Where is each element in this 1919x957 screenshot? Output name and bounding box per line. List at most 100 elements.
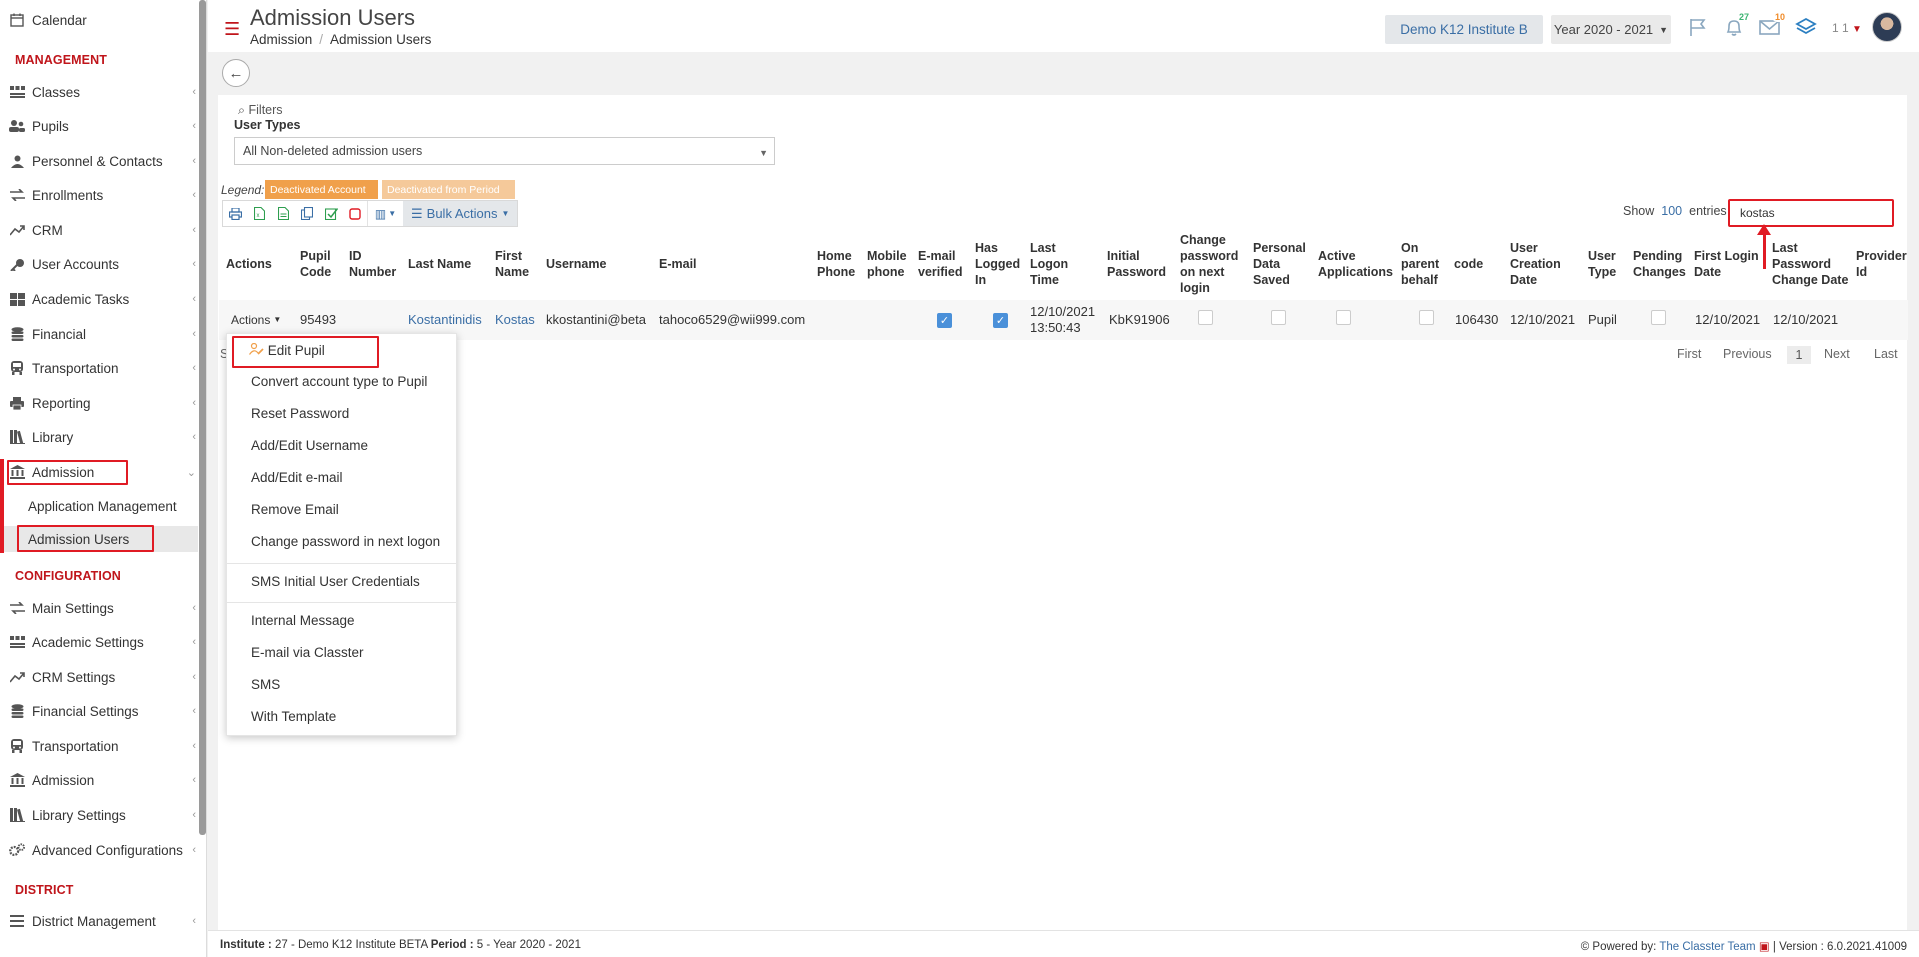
column-header[interactable]: Username: [546, 238, 616, 290]
deselect-icon[interactable]: [343, 201, 367, 226]
cell-first-name-link[interactable]: Kostas: [495, 300, 535, 340]
layers-icon[interactable]: [1794, 16, 1818, 38]
unchecked-checkbox-icon: [1198, 309, 1213, 325]
page-title: Admission Users: [250, 5, 416, 30]
avatar[interactable]: [1872, 12, 1902, 42]
sidebar-item-district-management[interactable]: District Management ‹: [0, 908, 198, 934]
column-header[interactable]: User Type: [1588, 238, 1624, 290]
sidebar-item-crm[interactable]: CRM ‹: [0, 217, 198, 243]
menu-item-change-password-next-logon[interactable]: Change password in next logon: [251, 534, 440, 549]
sidebar-subitem-admission-users[interactable]: Admission Users: [0, 526, 198, 552]
column-header[interactable]: Pending Changes: [1633, 238, 1693, 290]
column-header[interactable]: Last Logon Time: [1030, 238, 1096, 290]
column-header[interactable]: Last Name: [408, 238, 473, 290]
notifications-bell-icon[interactable]: 27: [1722, 12, 1752, 38]
footer-team-link[interactable]: The Classter Team: [1659, 941, 1755, 953]
year-select[interactable]: Year 2020 - 2021 ▼: [1551, 15, 1671, 44]
pagination-last[interactable]: Last: [1874, 347, 1898, 361]
pagination-current[interactable]: 1: [1787, 346, 1811, 364]
caret-down-icon: ▼: [1659, 24, 1669, 35]
entries-select[interactable]: 100: [1661, 204, 1682, 218]
legend-deactivated-account: Deactivated Account: [265, 180, 378, 199]
menu-item-sms[interactable]: SMS: [251, 677, 280, 692]
menu-item-with-template[interactable]: With Template: [251, 709, 336, 724]
bulk-actions-button[interactable]: ☰ Bulk Actions ▼: [403, 201, 518, 226]
menu-item-edit-username[interactable]: Add/Edit Username: [251, 438, 368, 453]
column-header[interactable]: Personal Data Saved: [1253, 238, 1311, 290]
excel-export-icon[interactable]: x: [247, 201, 271, 226]
sidebar-item-classes[interactable]: Classes ‹: [0, 79, 198, 105]
column-header[interactable]: Change password on next login: [1180, 230, 1240, 298]
sidebar-item-library-settings[interactable]: Library Settings ‹: [0, 802, 198, 828]
column-header[interactable]: code: [1454, 238, 1494, 290]
pagination-first[interactable]: First: [1677, 347, 1701, 361]
cell-change-password: [1198, 297, 1213, 337]
column-header[interactable]: On parent behalf: [1401, 238, 1445, 290]
pagination-previous[interactable]: Previous: [1723, 347, 1772, 361]
sidebar-item-reporting[interactable]: Reporting ‹: [0, 390, 198, 416]
menu-item-edit-email[interactable]: Add/Edit e-mail: [251, 470, 343, 485]
column-header[interactable]: First Name: [495, 238, 535, 290]
sidebar-item-main-settings[interactable]: Main Settings ‹: [0, 595, 198, 621]
sidebar-item-label: Enrollments: [32, 187, 104, 203]
sidebar-item-crm-settings[interactable]: CRM Settings ‹: [0, 664, 198, 690]
column-header[interactable]: Active Applications: [1318, 238, 1396, 290]
sidebar-item-transportation[interactable]: Transportation ‹: [0, 355, 198, 381]
column-header[interactable]: Initial Password: [1107, 238, 1167, 290]
column-header[interactable]: Pupil Code: [300, 238, 338, 290]
sidebar-item-enrollments[interactable]: Enrollments ‹: [0, 182, 198, 208]
key-icon: [9, 257, 25, 271]
user-menu-number[interactable]: 1 1 ▼: [1832, 21, 1862, 35]
sidebar-scrollbar[interactable]: [199, 0, 206, 835]
user-types-select[interactable]: All Non-deleted admission users ▼: [234, 137, 775, 165]
column-visibility-button[interactable]: ▥ ▼: [367, 201, 403, 226]
column-header[interactable]: User Creation Date: [1510, 238, 1570, 290]
hamburger-menu-icon[interactable]: ☰: [224, 20, 240, 38]
table-search-input[interactable]: [1728, 199, 1894, 227]
column-header[interactable]: Provider Id: [1856, 238, 1908, 290]
menu-item-email-via-classter[interactable]: E-mail via Classter: [251, 645, 364, 660]
menu-item-convert-account[interactable]: Convert account type to Pupil: [251, 374, 427, 389]
sidebar-item-academic-settings[interactable]: Academic Settings ‹: [0, 629, 198, 655]
breadcrumb-item[interactable]: Admission: [250, 32, 312, 47]
column-header[interactable]: Last Password Change Date: [1772, 238, 1852, 290]
sidebar-item-library[interactable]: Library ‹: [0, 424, 198, 450]
column-header[interactable]: E-mail verified: [918, 238, 966, 290]
column-header[interactable]: E-mail: [659, 238, 709, 290]
sidebar-item-admission-settings[interactable]: Admission ‹: [0, 767, 198, 793]
menu-item-remove-email[interactable]: Remove Email: [251, 502, 339, 517]
column-header[interactable]: Home Phone: [817, 238, 857, 290]
institute-button[interactable]: Demo K12 Institute B: [1385, 15, 1543, 44]
column-header[interactable]: Actions: [226, 238, 276, 290]
sidebar-item-academic-tasks[interactable]: Academic Tasks ‹: [0, 286, 198, 312]
copy-icon[interactable]: [295, 201, 319, 226]
sidebar-item-financial[interactable]: Financial ‹: [0, 321, 198, 347]
column-header[interactable]: Has Logged In: [975, 238, 1020, 290]
menu-item-reset-password[interactable]: Reset Password: [251, 406, 349, 421]
menu-item-edit-pupil[interactable]: Edit Pupil: [249, 342, 325, 358]
csv-export-icon[interactable]: [271, 201, 295, 226]
sidebar-item-personnel[interactable]: Personnel & Contacts ‹: [0, 148, 198, 174]
chevron-left-icon: ‹: [192, 740, 196, 752]
sidebar-item-transportation-settings[interactable]: Transportation ‹: [0, 733, 198, 759]
flag-icon[interactable]: [1686, 16, 1710, 38]
sidebar-item-advanced-configurations[interactable]: Advanced Configurations ‹: [0, 837, 198, 863]
column-header[interactable]: ID Number: [349, 238, 397, 290]
menu-item-sms-credentials[interactable]: SMS Initial User Credentials: [251, 574, 420, 589]
messages-envelope-icon[interactable]: 10: [1758, 12, 1788, 38]
sidebar-subitem-application-management[interactable]: Application Management: [0, 493, 198, 519]
column-header[interactable]: Mobile phone: [867, 238, 911, 290]
check-select-icon[interactable]: [319, 201, 343, 226]
sidebar-item-admission[interactable]: Admission ⌄: [0, 459, 198, 485]
print-icon[interactable]: [223, 201, 247, 226]
back-button[interactable]: ←: [222, 59, 250, 87]
column-header[interactable]: First Login Date: [1694, 238, 1760, 290]
sidebar-item-user-accounts[interactable]: User Accounts ‹: [0, 251, 198, 277]
sidebar-item-pupils[interactable]: Pupils ‹: [0, 113, 198, 139]
sidebar-item-calendar[interactable]: Calendar: [0, 7, 198, 33]
filters-toggle[interactable]: ⌕ Filters: [238, 103, 283, 118]
personnel-icon: [9, 154, 25, 168]
menu-item-internal-message[interactable]: Internal Message: [251, 613, 355, 628]
pagination-next[interactable]: Next: [1824, 347, 1850, 361]
sidebar-item-financial-settings[interactable]: Financial Settings ‹: [0, 698, 198, 724]
